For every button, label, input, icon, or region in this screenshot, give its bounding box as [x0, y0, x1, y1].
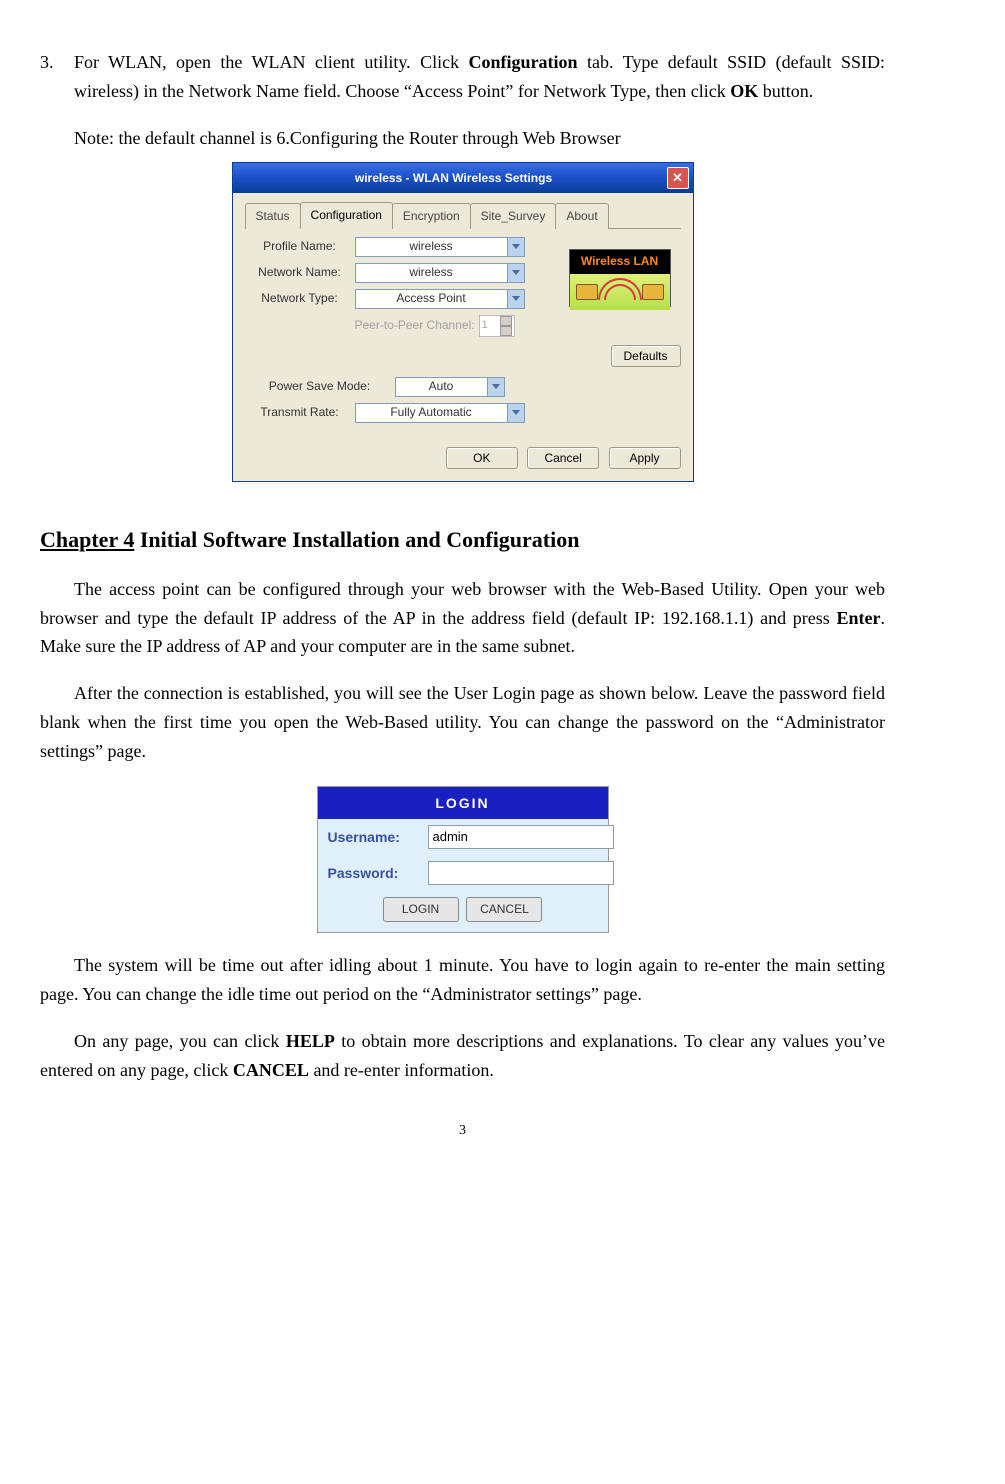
wlan-settings-dialog: wireless - WLAN Wireless Settings ✕ Stat…: [232, 162, 694, 481]
username-input[interactable]: [428, 825, 614, 849]
tab-configuration[interactable]: Configuration: [300, 202, 393, 228]
password-input[interactable]: [428, 861, 614, 885]
label-p2p-channel: Peer-to-Peer Channel:: [355, 316, 475, 335]
paragraph-4: On any page, you can click HELP to obtai…: [40, 1027, 885, 1085]
label-username: Username:: [328, 826, 428, 848]
tab-site-survey[interactable]: Site_Survey: [470, 203, 557, 228]
close-icon[interactable]: ✕: [667, 167, 689, 189]
label-power-save: Power Save Mode:: [245, 377, 395, 396]
chapter-heading: Chapter 4 Initial Software Installation …: [40, 522, 885, 557]
chevron-down-icon: [507, 238, 524, 256]
tab-about[interactable]: About: [555, 203, 608, 228]
p2p-channel-stepper: 1: [479, 315, 515, 337]
chevron-down-icon: [507, 404, 524, 422]
power-save-select[interactable]: Auto: [395, 377, 505, 397]
chevron-down-icon: [507, 264, 524, 282]
network-name-select[interactable]: wireless: [355, 263, 525, 283]
dialog-tabs: Status Configuration Encryption Site_Sur…: [245, 201, 681, 228]
page-number: 3: [40, 1120, 885, 1142]
list-item-3: 3.For WLAN, open the WLAN client utility…: [40, 48, 885, 152]
chapter-number: Chapter 4: [40, 527, 134, 552]
chevron-down-icon: [507, 290, 524, 308]
item3-number: 3.: [40, 48, 74, 77]
dialog-titlebar: wireless - WLAN Wireless Settings ✕: [233, 163, 693, 193]
login-form: LOGIN Username: Password: LOGIN CANCEL: [317, 786, 609, 934]
tab-encryption[interactable]: Encryption: [392, 203, 471, 228]
cancel-button[interactable]: Cancel: [527, 447, 599, 469]
login-button[interactable]: LOGIN: [383, 897, 459, 922]
item3-note: Note: the default channel is 6.Configuri…: [74, 124, 885, 153]
label-transmit-rate: Transmit Rate:: [245, 403, 355, 422]
label-profile-name: Profile Name:: [245, 237, 355, 256]
login-header: LOGIN: [318, 787, 608, 819]
network-type-select[interactable]: Access Point: [355, 289, 525, 309]
wireless-lan-logo: Wireless LAN: [569, 249, 671, 307]
ok-button[interactable]: OK: [446, 447, 518, 469]
paragraph-2: After the connection is established, you…: [40, 679, 885, 765]
profile-name-select[interactable]: wireless: [355, 237, 525, 257]
paragraph-1: The access point can be configured throu…: [40, 575, 885, 661]
chapter-title: Initial Software Installation and Config…: [134, 527, 579, 552]
apply-button[interactable]: Apply: [609, 447, 681, 469]
label-network-name: Network Name:: [245, 263, 355, 282]
dialog-title: wireless - WLAN Wireless Settings: [241, 169, 667, 188]
label-network-type: Network Type:: [245, 289, 355, 308]
paragraph-3: The system will be time out after idling…: [40, 951, 885, 1009]
login-cancel-button[interactable]: CANCEL: [466, 897, 542, 922]
tab-status[interactable]: Status: [245, 203, 301, 228]
label-password: Password:: [328, 862, 428, 884]
defaults-button[interactable]: Defaults: [611, 345, 681, 367]
chevron-down-icon: [487, 378, 504, 396]
transmit-rate-select[interactable]: Fully Automatic: [355, 403, 525, 423]
item3-text: 3.For WLAN, open the WLAN client utility…: [40, 48, 885, 106]
